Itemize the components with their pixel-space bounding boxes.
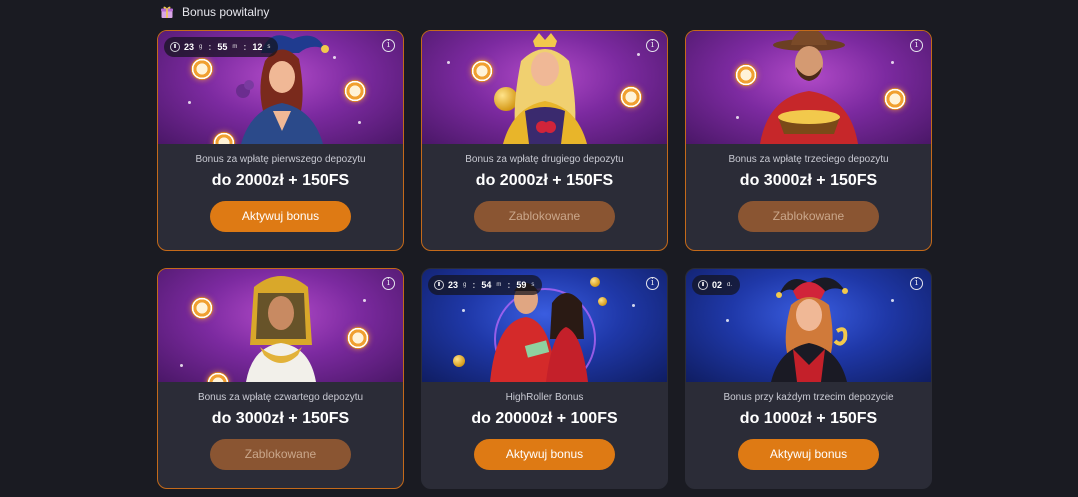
- casino-chip-icon: [347, 327, 369, 349]
- clock-icon: [698, 280, 708, 290]
- bonus-card-body: Bonus za wpłatę drugiego depozytu do 200…: [422, 144, 667, 232]
- timer-hours-unit: g: [463, 282, 467, 288]
- bonus-subtitle: Bonus za wpłatę pierwszego depozytu: [195, 154, 366, 165]
- timer-minutes-unit: m: [232, 44, 238, 50]
- casino-chip-icon: [344, 80, 366, 102]
- timer-seconds-unit: s: [531, 282, 535, 288]
- queen-illustration: [502, 33, 587, 144]
- timer-minutes: 55: [217, 42, 228, 52]
- activate-bonus-button[interactable]: Aktywuj bonus: [474, 439, 615, 470]
- bonus-subtitle: Bonus przy każdym trzecim depozycie: [723, 392, 894, 403]
- bonus-subtitle: Bonus za wpłatę czwartego depozytu: [197, 392, 364, 403]
- clock-icon: [434, 280, 444, 290]
- bonus-amount: do 3000zł + 150FS: [211, 410, 350, 427]
- clock-icon: [170, 42, 180, 52]
- bonus-subtitle: Bonus za wpłatę drugiego depozytu: [465, 154, 624, 165]
- casino-chip-icon: [191, 58, 213, 80]
- bonus-card-image: [158, 269, 403, 382]
- bonus-card-second-deposit: i Bonus za wpłatę drugiego depozytu do 2…: [421, 30, 668, 251]
- casino-chip-icon: [884, 88, 906, 110]
- bonus-card-body: Bonus za wpłatę trzeciego depozytu do 30…: [686, 144, 931, 232]
- timer-seconds: 12: [252, 42, 263, 52]
- bonus-card-body: Bonus przy każdym trzecim depozycie do 1…: [686, 382, 931, 470]
- info-icon[interactable]: i: [382, 277, 395, 290]
- bonus-card-body: HighRoller Bonus do 20000zł + 100FS Akty…: [422, 382, 667, 470]
- info-icon[interactable]: i: [382, 39, 395, 52]
- bonus-amount: do 2000zł + 150FS: [211, 172, 350, 189]
- bonus-amount: do 20000zł + 100FS: [471, 410, 618, 427]
- info-icon[interactable]: i: [910, 277, 923, 290]
- info-icon[interactable]: i: [646, 39, 659, 52]
- bonus-card-fourth-deposit: i Bonus za wpłatę czwartego depozytu do …: [157, 268, 404, 489]
- bonus-timer: 23 g : 55 m : 12 s: [164, 37, 279, 57]
- locked-bonus-button[interactable]: Zablokowane: [474, 201, 615, 232]
- timer-seconds-unit: s: [267, 44, 271, 50]
- bonus-timer: 23 g : 54 m : 59 s: [428, 275, 543, 295]
- timer-minutes-unit: m: [496, 282, 502, 288]
- timer-seconds: 59: [516, 280, 527, 290]
- harlequin-woman-illustration: [770, 277, 848, 382]
- timer-hours-unit: g: [199, 44, 203, 50]
- bonus-card-highroller: 23 g : 54 m : 59 s i HighRoller Bonus do 20…: [421, 268, 668, 489]
- casino-chip-icon: [620, 86, 642, 108]
- cowboy-with-gold-illustration: [759, 31, 858, 144]
- activate-bonus-button[interactable]: Aktywuj bonus: [738, 439, 879, 470]
- gift-icon: [161, 6, 173, 18]
- timer-hours: 23: [184, 42, 195, 52]
- cleopatra-illustration: [245, 276, 316, 382]
- bonus-card-first-deposit: 23 g : 55 m : 12 s i Bonus za wpłatę pierws…: [157, 30, 404, 251]
- casino-chip-icon: [191, 297, 213, 319]
- bonus-card-every-third-deposit: 02 d. i Bonus przy każdym trzecim depozyc…: [685, 268, 932, 489]
- info-icon[interactable]: i: [910, 39, 923, 52]
- locked-bonus-button[interactable]: Zablokowane: [210, 439, 351, 470]
- bonus-card-body: Bonus za wpłatę czwartego depozytu do 30…: [158, 382, 403, 470]
- bonus-card-third-deposit: i Bonus za wpłatę trzeciego depozytu do …: [685, 30, 932, 251]
- section-header: Bonus powitalny: [160, 3, 269, 21]
- bonus-amount: do 2000zł + 150FS: [475, 172, 614, 189]
- timer-days: 02: [712, 280, 723, 290]
- timer-minutes: 54: [481, 280, 492, 290]
- section-title: Bonus powitalny: [182, 5, 270, 19]
- timer-days-unit: d.: [727, 282, 733, 288]
- bonus-timer: 02 d.: [692, 275, 741, 295]
- bonus-subtitle: HighRoller Bonus: [505, 392, 584, 403]
- activate-bonus-button[interactable]: Aktywuj bonus: [210, 201, 351, 232]
- bonus-card-image: [422, 31, 667, 144]
- bonus-subtitle: Bonus za wpłatę trzeciego depozytu: [728, 154, 889, 165]
- bonus-card-body: Bonus za wpłatę pierwszego depozytu do 2…: [158, 144, 403, 232]
- locked-bonus-button[interactable]: Zablokowane: [738, 201, 879, 232]
- bonus-grid: 23 g : 55 m : 12 s i Bonus za wpłatę pierws…: [157, 30, 938, 489]
- bonus-amount: do 1000zł + 150FS: [739, 410, 878, 427]
- bonus-amount: do 3000zł + 150FS: [739, 172, 878, 189]
- timer-hours: 23: [448, 280, 459, 290]
- info-icon[interactable]: i: [646, 277, 659, 290]
- bonus-card-image: [686, 31, 931, 144]
